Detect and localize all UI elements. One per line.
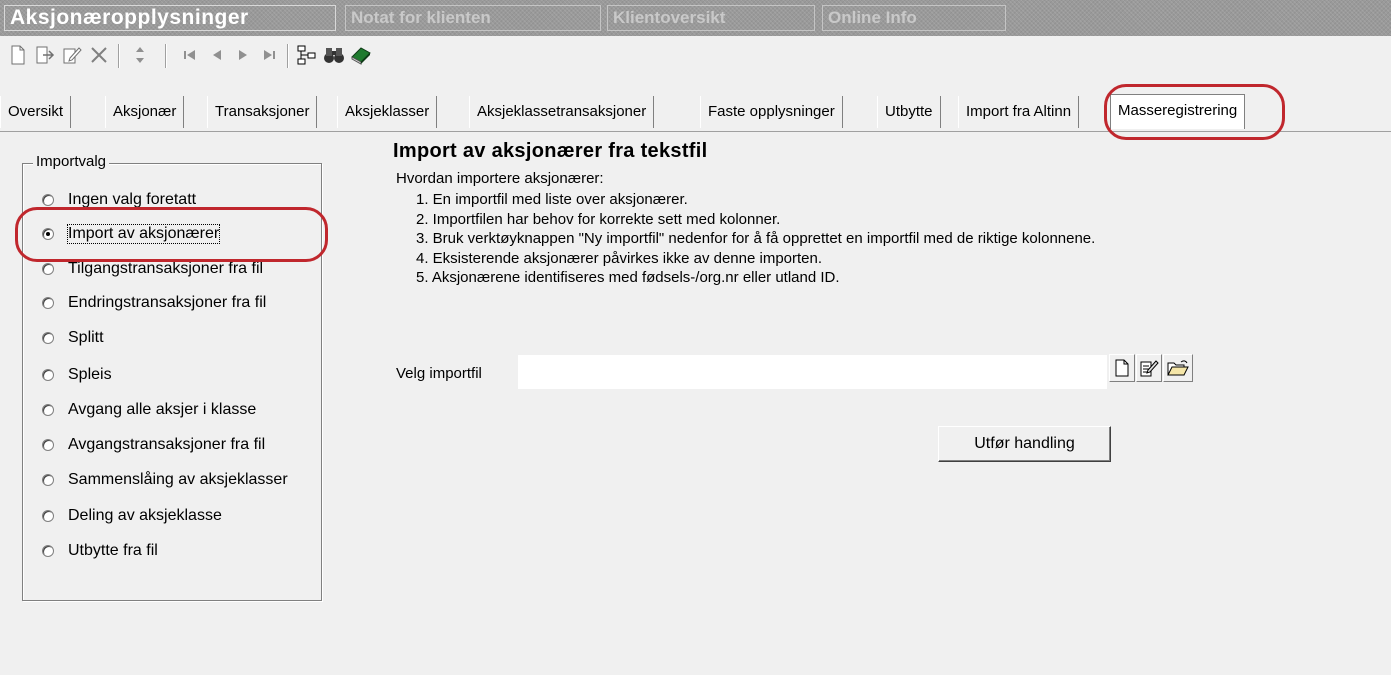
tab-aksjeklasser[interactable]: Aksjeklasser <box>337 96 438 128</box>
page-title: Import av aksjonærer fra tekstfil <box>393 140 708 162</box>
radio-label: Import av aksjonærer <box>66 224 221 244</box>
radio-label: Spleis <box>68 366 112 383</box>
radio-endringstransaksjoner[interactable]: Endringstransaksjoner fra fil <box>42 292 266 314</box>
radio-button[interactable] <box>42 263 54 275</box>
next-record-icon[interactable] <box>231 42 255 68</box>
previous-record-icon[interactable] <box>205 42 229 68</box>
tab-import-fra-altinn[interactable]: Import fra Altinn <box>958 96 1080 128</box>
radio-avgangstransaksjoner[interactable]: Avgangstransaksjoner fra fil <box>42 434 265 456</box>
window-tab-aksjonaeropplysninger[interactable]: Aksjonæropplysninger <box>4 5 336 31</box>
open-folder-icon[interactable] <box>1163 354 1193 382</box>
radio-splitt[interactable]: Splitt <box>42 327 104 349</box>
book-icon[interactable] <box>349 42 373 68</box>
instruction-step: 3. Bruk verktøyknappen "Ny importfil" ne… <box>416 230 1096 247</box>
instruction-step: 2. Importfilen har behov for korrekte se… <box>416 210 781 228</box>
radio-button[interactable] <box>42 194 54 206</box>
tab-oversikt[interactable]: Oversikt <box>0 96 72 128</box>
delete-icon[interactable] <box>87 42 111 68</box>
radio-button-selected[interactable] <box>42 228 54 240</box>
radio-label: Ingen valg foretatt <box>68 191 197 208</box>
window-tab-online-info[interactable]: Online Info <box>822 5 1006 31</box>
radio-button[interactable] <box>42 297 54 309</box>
radio-button[interactable] <box>42 369 54 381</box>
toolbar-separator <box>287 44 289 68</box>
radio-avgang-alle[interactable]: Avgang alle aksjer i klasse <box>42 399 256 421</box>
radio-label: Splitt <box>68 329 104 346</box>
radio-tilgangstransaksjoner[interactable]: Tilgangstransaksjoner fra fil <box>42 258 263 280</box>
tab-transaksjoner[interactable]: Transaksjoner <box>207 96 318 128</box>
radio-sammenslaaing[interactable]: Sammenslåing av aksjeklasser <box>42 469 288 491</box>
edit-file-icon[interactable] <box>1136 354 1162 382</box>
toolbar-separator <box>118 44 120 68</box>
title-bar: Aksjonæropplysninger Notat for klienten … <box>0 0 1391 36</box>
import-file-label: Velg importfil <box>396 365 482 382</box>
sort-icon[interactable] <box>128 42 152 68</box>
radio-label: Sammenslåing av aksjeklasser <box>68 471 288 488</box>
new-document-icon[interactable] <box>6 42 30 68</box>
toolbar <box>0 36 1391 76</box>
last-record-icon[interactable] <box>257 42 281 68</box>
instruction-step: 4. Eksisterende aksjonærer påvirkes ikke… <box>416 249 823 267</box>
tab-strip: Oversikt Aksjonær Transaksjoner Aksjekla… <box>0 92 1391 132</box>
radio-utbytte-fra-fil[interactable]: Utbytte fra fil <box>42 540 158 562</box>
export-icon[interactable] <box>33 42 57 68</box>
execute-action-button[interactable]: Utfør handling <box>938 426 1111 462</box>
window-tab-klientoversikt[interactable]: Klientoversikt <box>607 5 815 31</box>
radio-button[interactable] <box>42 474 54 486</box>
binoculars-icon[interactable] <box>322 42 346 68</box>
first-record-icon[interactable] <box>178 42 202 68</box>
tab-utbytte[interactable]: Utbytte <box>877 96 941 128</box>
radio-button[interactable] <box>42 510 54 522</box>
radio-label: Avgangstransaksjoner fra fil <box>68 436 266 453</box>
instructions-list: 1. En importfil med liste over aksjonære… <box>416 190 1095 288</box>
tab-aksjeklassetransaksjoner[interactable]: Aksjeklassetransaksjoner <box>469 96 655 128</box>
radio-button[interactable] <box>42 545 54 557</box>
group-legend: Importvalg <box>33 152 110 172</box>
radio-ingen-valg[interactable]: Ingen valg foretatt <box>42 189 196 211</box>
radio-button[interactable] <box>42 404 54 416</box>
tab-aksjonaer[interactable]: Aksjonær <box>105 96 185 128</box>
tab-faste-opplysninger[interactable]: Faste opplysninger <box>700 96 843 128</box>
new-file-icon[interactable] <box>1109 354 1135 382</box>
radio-button[interactable] <box>42 439 54 451</box>
radio-deling[interactable]: Deling av aksjeklasse <box>42 505 222 527</box>
radio-label: Utbytte fra fil <box>68 542 158 559</box>
radio-button[interactable] <box>42 332 54 344</box>
radio-import-av-aksjonaerer[interactable]: Import av aksjonærer <box>42 223 221 245</box>
radio-spleis[interactable]: Spleis <box>42 364 112 386</box>
hierarchy-icon[interactable] <box>295 42 319 68</box>
toolbar-separator <box>165 44 167 68</box>
instructions-intro: Hvordan importere aksjonærer: <box>396 170 604 187</box>
instruction-step: 1. En importfil med liste over aksjonære… <box>416 191 688 208</box>
radio-label: Avgang alle aksjer i klasse <box>68 401 257 418</box>
window-tab-notat[interactable]: Notat for klienten <box>345 5 601 31</box>
tab-masseregistrering[interactable]: Masseregistrering <box>1110 94 1246 129</box>
import-file-input[interactable] <box>518 355 1107 389</box>
radio-label: Tilgangstransaksjoner fra fil <box>68 260 264 277</box>
instruction-step: 5. Aksjonærene identifiseres med fødsels… <box>416 269 840 286</box>
edit-icon[interactable] <box>60 42 84 68</box>
radio-label: Deling av aksjeklasse <box>68 507 222 524</box>
radio-label: Endringstransaksjoner fra fil <box>68 294 267 311</box>
